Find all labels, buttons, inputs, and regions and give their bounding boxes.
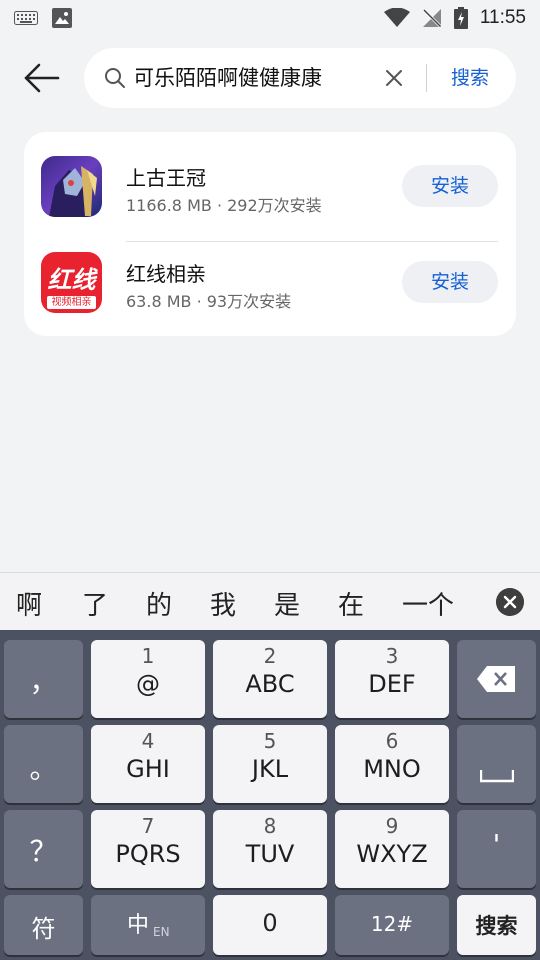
question-key[interactable]: ？ (4, 810, 83, 888)
search-divider (426, 64, 427, 92)
space-key[interactable] (457, 725, 536, 803)
status-bar: 11:55 (0, 0, 540, 36)
app-name: 红线相亲 (126, 262, 206, 286)
battery-charging-icon (453, 7, 468, 29)
back-arrow-icon[interactable] (22, 60, 60, 96)
candidate-word[interactable]: 一个 (402, 585, 454, 622)
candidate-word[interactable]: 啊 (16, 585, 42, 622)
candidate-word[interactable]: 了 (82, 585, 108, 622)
search-bar[interactable]: 可乐陌陌啊健健康康 搜索 (84, 48, 516, 108)
comma-key[interactable]: ， (4, 640, 83, 718)
wifi-icon (383, 8, 410, 27)
search-enter-key[interactable]: 搜索 (457, 895, 536, 955)
install-button[interactable]: 安装 (402, 261, 498, 303)
key-2[interactable]: 2 ABC (213, 640, 327, 718)
clear-icon[interactable] (384, 68, 404, 88)
key-7[interactable]: 7 PQRS (91, 810, 205, 888)
period-key[interactable]: 。 (4, 725, 83, 803)
candidate-word[interactable]: 的 (146, 585, 172, 622)
no-signal-icon (422, 8, 441, 28)
app-meta: 1166.8 MB · 292万次安装 (126, 196, 322, 215)
ime-candidate-bar: 啊 了 的 我 是 在 一个 (0, 572, 540, 630)
candidate-word[interactable]: 在 (338, 585, 364, 622)
clock: 11:55 (479, 7, 526, 28)
app-result-row[interactable]: 上古王冠 1166.8 MB · 292万次安装 安装 (24, 140, 516, 242)
search-header: 可乐陌陌啊健健康康 搜索 (0, 46, 540, 110)
search-icon (105, 68, 125, 88)
search-button[interactable]: 搜索 (440, 64, 500, 92)
key-9[interactable]: 9 WXYZ (335, 810, 449, 888)
image-notification-icon (52, 8, 72, 28)
key-8[interactable]: 8 TUV (213, 810, 327, 888)
language-switch-key[interactable]: 中 EN (91, 895, 205, 955)
key-6[interactable]: 6 MNO (335, 725, 449, 803)
candidate-word[interactable]: 是 (274, 585, 300, 622)
key-3[interactable]: 3 DEF (335, 640, 449, 718)
app-icon-dating: 红线 视频相亲 (41, 252, 102, 313)
app-meta: 63.8 MB · 93万次安装 (126, 292, 292, 311)
close-candidates-icon[interactable] (496, 588, 524, 616)
app-icon-subtext: 视频相亲 (47, 296, 96, 309)
search-input[interactable]: 可乐陌陌啊健健康康 (136, 62, 322, 94)
key-0[interactable]: 0 (213, 895, 327, 955)
apostrophe-key[interactable]: ' (457, 810, 536, 888)
key-1[interactable]: 1 @ (91, 640, 205, 718)
install-button[interactable]: 安装 (402, 165, 498, 207)
keyboard-notification-icon (14, 11, 38, 25)
candidate-word[interactable]: 我 (210, 585, 236, 622)
app-icon-game (41, 156, 102, 217)
backspace-key[interactable] (457, 640, 536, 718)
symbols-key[interactable]: 符 (4, 895, 83, 955)
number-mode-key[interactable]: 12# (335, 895, 449, 955)
key-4[interactable]: 4 GHI (91, 725, 205, 803)
key-5[interactable]: 5 JKL (213, 725, 327, 803)
app-name: 上古王冠 (126, 166, 206, 190)
backspace-icon (477, 666, 515, 692)
app-icon-logo-text: 红线 (47, 266, 96, 294)
space-icon (480, 770, 514, 783)
app-result-row[interactable]: 红线 视频相亲 红线相亲 63.8 MB · 93万次安装 安装 (24, 236, 516, 332)
search-results-card: 上古王冠 1166.8 MB · 292万次安装 安装 红线 视频相亲 红线相亲… (24, 132, 516, 336)
t9-keyboard: ， 1 @ 2 ABC 3 DEF 。 4 GHI 5 JKL 6 MNO ？ 7 PQRS (0, 630, 540, 960)
